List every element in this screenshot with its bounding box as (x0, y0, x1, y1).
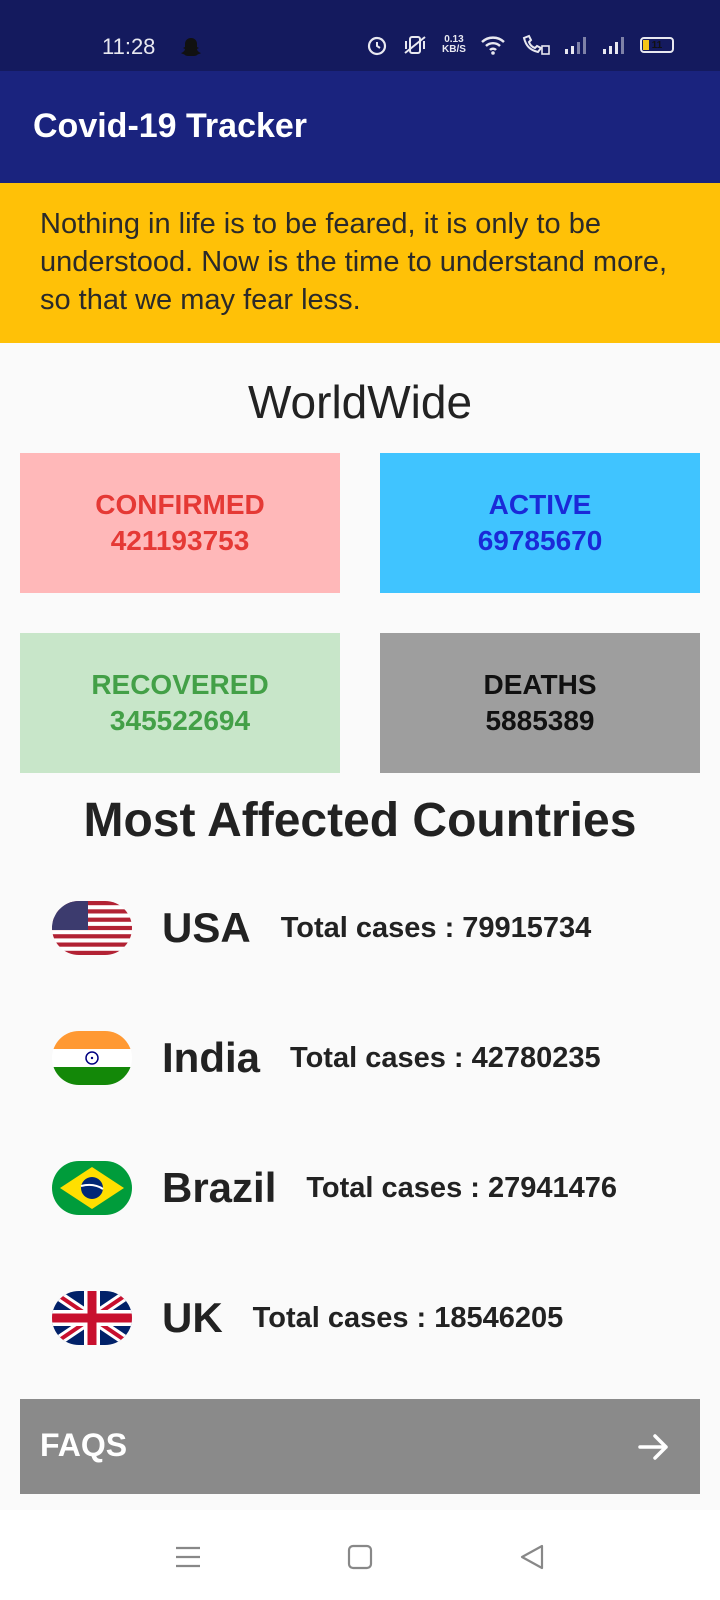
uk-flag-icon (52, 1291, 132, 1345)
net-speed-unit: KB/S (442, 44, 466, 55)
country-name: India (162, 1034, 261, 1081)
active-label: ACTIVE (488, 489, 592, 520)
most-affected-title: Most Affected Countries (83, 794, 637, 847)
confirmed-label: CONFIRMED (95, 489, 265, 520)
deaths-card[interactable]: DEATHS 5885389 (380, 633, 700, 773)
vibrate-icon (404, 36, 426, 54)
signal-icon (602, 37, 624, 54)
country-row-brazil[interactable]: Brazil Total cases : 27941476 (52, 1153, 692, 1223)
quote-text: Nothing in life is to be feared, it is o… (40, 208, 668, 316)
country-cases: Total cases : 42780235 (290, 1041, 601, 1074)
brazil-flag-icon (52, 1161, 132, 1215)
recovered-card[interactable]: RECOVERED 345522694 (20, 633, 340, 773)
country-row-usa[interactable]: USA Total cases : 79915734 (52, 893, 692, 963)
india-flag-icon (52, 1031, 132, 1085)
system-nav-bar (0, 1510, 720, 1600)
confirmed-value: 421193753 (110, 525, 250, 556)
active-value: 69785670 (477, 525, 603, 556)
country-name: Brazil (162, 1164, 277, 1211)
wifi-calling-icon (522, 34, 550, 55)
country-cases: Total cases : 27941476 (306, 1171, 617, 1204)
recovered-value: 345522694 (109, 705, 251, 736)
app-title: Covid-19 Tracker (33, 107, 308, 145)
status-bar: 11:28 0.13 KB/S 11 (0, 0, 720, 71)
country-cases: Total cases : 79915734 (280, 911, 592, 944)
deaths-value: 5885389 (485, 705, 595, 736)
back-icon[interactable] (518, 1543, 546, 1571)
country-name: UK (162, 1294, 223, 1341)
country-name: USA (162, 904, 251, 951)
country-row-india[interactable]: India Total cases : 42780235 (52, 1023, 692, 1093)
country-row-uk[interactable]: UK Total cases : 18546205 (52, 1283, 692, 1353)
wifi-icon (481, 36, 505, 55)
confirmed-card[interactable]: CONFIRMED 421193753 (20, 453, 340, 593)
battery-icon: 11 (639, 37, 674, 53)
faqs-label: FAQS (40, 1427, 128, 1463)
us-flag-icon (52, 901, 132, 955)
quote-banner: Nothing in life is to be feared, it is o… (0, 183, 720, 343)
deaths-label: DEATHS (483, 669, 597, 700)
alarm-icon (367, 36, 387, 56)
recovered-label: RECOVERED (91, 669, 269, 700)
menu-icon[interactable] (174, 1543, 202, 1571)
country-cases: Total cases : 18546205 (252, 1301, 564, 1334)
worldwide-title: WorldWide (247, 376, 473, 428)
battery-level: 11 (651, 39, 663, 51)
arrow-right-icon (638, 1434, 668, 1460)
active-card[interactable]: ACTIVE 69785670 (380, 453, 700, 593)
home-icon[interactable] (346, 1543, 374, 1571)
signal-icon (564, 37, 586, 54)
net-speed: 0.13 KB/S (442, 35, 466, 55)
status-time: 11:28 (102, 34, 156, 59)
faqs-button[interactable]: FAQS (20, 1399, 700, 1494)
snapchat-icon (181, 38, 201, 56)
app-bar: Covid-19 Tracker (0, 71, 720, 183)
